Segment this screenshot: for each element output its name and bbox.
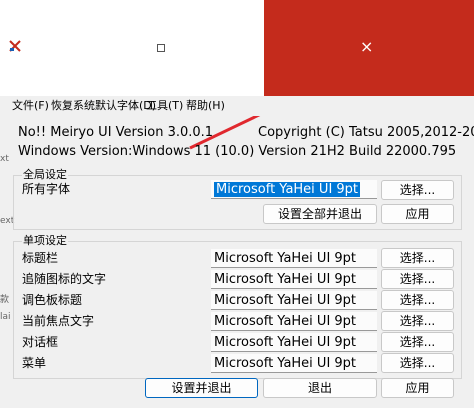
dialog-font-field[interactable]: Microsoft YaHei UI 9pt <box>211 333 377 352</box>
menu-tools[interactable]: 工具(T) <box>146 98 183 114</box>
menu-help[interactable]: 帮助(H) <box>186 98 225 114</box>
title-bar-select-button[interactable]: 选择... <box>381 248 454 268</box>
maximize-icon[interactable] <box>157 44 165 52</box>
edge-fragment: xt <box>0 154 9 164</box>
title-bar-font-field[interactable]: Microsoft YaHei UI 9pt <box>211 249 377 268</box>
close-button[interactable]: × <box>264 0 474 96</box>
focus-text-font-field[interactable]: Microsoft YaHei UI 9pt <box>211 312 377 331</box>
row-label-palette-title: 调色板标题 <box>22 293 83 307</box>
all-fonts-value: Microsoft YaHei UI 9pt <box>214 182 361 197</box>
app-icon <box>9 40 21 52</box>
global-settings-title: 全局设定 <box>22 168 68 182</box>
menu-bar: 文件(F) 恢复系统默认字体(D) 工具(T) 帮助(H) <box>0 96 474 116</box>
row-label-dialog: 对话框 <box>22 335 59 349</box>
icon-text-font-field[interactable]: Microsoft YaHei UI 9pt <box>211 270 377 289</box>
menu-file[interactable]: 文件(F) <box>12 98 49 114</box>
single-settings-title: 单项设定 <box>22 234 68 248</box>
app-version-text: No!! Meiryo UI Version 3.0.0.1 <box>18 125 214 140</box>
row-label-menu: 菜单 <box>22 356 47 370</box>
copyright-text: Copyright (C) Tatsu 2005,2012-2022 <box>258 125 474 140</box>
exit-button[interactable]: 退出 <box>263 378 377 398</box>
palette-title-font-field[interactable]: Microsoft YaHei UI 9pt <box>211 291 377 310</box>
menu-select-button[interactable]: 选择... <box>381 353 454 373</box>
set-all-and-exit-button[interactable]: 设置全部并退出 <box>263 204 377 224</box>
dialog-select-button[interactable]: 选择... <box>381 332 454 352</box>
menu-font-field[interactable]: Microsoft YaHei UI 9pt <box>211 354 377 373</box>
all-fonts-field[interactable]: Microsoft YaHei UI 9pt <box>211 180 377 199</box>
row-label-icon-text: 追随图标的文字 <box>22 272 107 286</box>
all-fonts-label: 所有字体 <box>22 182 71 196</box>
global-apply-button[interactable]: 应用 <box>381 204 454 224</box>
all-fonts-select-button[interactable]: 选择... <box>381 180 454 200</box>
row-label-title-bar: 标题栏 <box>22 251 59 265</box>
row-label-focus-text: 当前焦点文字 <box>22 314 95 328</box>
menu-restore-default[interactable]: 恢复系统默认字体(D) <box>51 98 156 114</box>
close-icon: × <box>360 37 374 56</box>
edge-fragment: 款 <box>0 295 10 305</box>
set-and-exit-button[interactable]: 设置并退出 <box>145 378 258 398</box>
palette-title-select-button[interactable]: 选择... <box>381 290 454 310</box>
windows-version-text: Windows Version:Windows 11 (10.0) Versio… <box>18 144 457 159</box>
icon-text-select-button[interactable]: 选择... <box>381 269 454 289</box>
footer-apply-button[interactable]: 应用 <box>381 378 454 398</box>
focus-text-select-button[interactable]: 选择... <box>381 311 454 331</box>
edge-fragment: lai <box>0 312 11 322</box>
window-title-bar: × <box>0 0 474 96</box>
